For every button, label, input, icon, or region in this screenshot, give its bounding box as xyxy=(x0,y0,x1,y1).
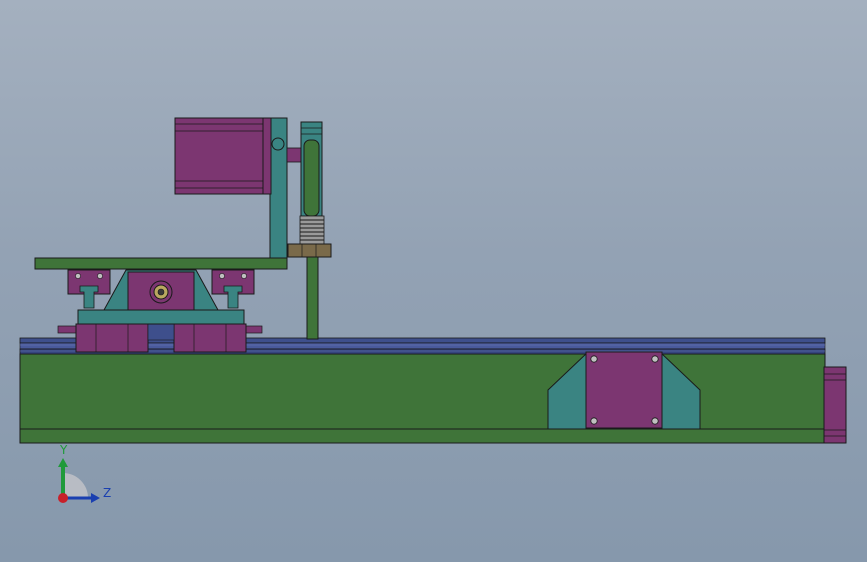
linear-module-base[interactable] xyxy=(19,337,826,444)
motor-body xyxy=(174,117,264,195)
vertical-shaft xyxy=(306,256,319,340)
guide-bolt xyxy=(97,273,103,279)
motor-flange xyxy=(262,117,272,195)
slider-block-right xyxy=(173,323,247,353)
z-axis-arrow xyxy=(91,493,100,503)
mount-bolt xyxy=(590,417,598,425)
guide-rail-right xyxy=(223,285,243,309)
mount-bolt xyxy=(651,355,659,363)
y-axis-arrow xyxy=(58,458,68,467)
end-cap[interactable] xyxy=(823,366,847,444)
coordinate-triad: Y Z xyxy=(58,443,111,503)
guide-rail-left xyxy=(79,285,99,309)
base-body xyxy=(19,353,826,430)
cad-viewport[interactable] xyxy=(0,0,867,562)
guide-bolt xyxy=(219,273,225,279)
nut-block xyxy=(287,243,332,258)
mount-bolt xyxy=(651,417,659,425)
right-end-screw xyxy=(245,325,263,334)
mount-motor-face xyxy=(585,351,663,429)
guide-bolt xyxy=(75,273,81,279)
pulley-wheel xyxy=(303,139,320,217)
vertical-bracket[interactable] xyxy=(269,117,288,259)
bracket-pin xyxy=(271,137,285,151)
slider-block-left xyxy=(75,323,149,353)
triad-quadrant xyxy=(63,473,88,498)
mount-bolt xyxy=(590,355,598,363)
z-axis-label: Z xyxy=(103,486,111,500)
origin-dot xyxy=(58,493,68,503)
carriage[interactable] xyxy=(57,269,263,353)
top-plate[interactable] xyxy=(34,257,288,270)
screw-nut-inner xyxy=(157,288,165,296)
left-end-screw xyxy=(57,325,77,334)
slider-gap xyxy=(147,323,175,341)
guide-bolt xyxy=(241,273,247,279)
carriage-plate xyxy=(77,309,245,325)
y-axis-label: Y xyxy=(59,443,68,457)
base-bottom-strip xyxy=(19,428,826,444)
end-cap-body xyxy=(823,366,847,444)
